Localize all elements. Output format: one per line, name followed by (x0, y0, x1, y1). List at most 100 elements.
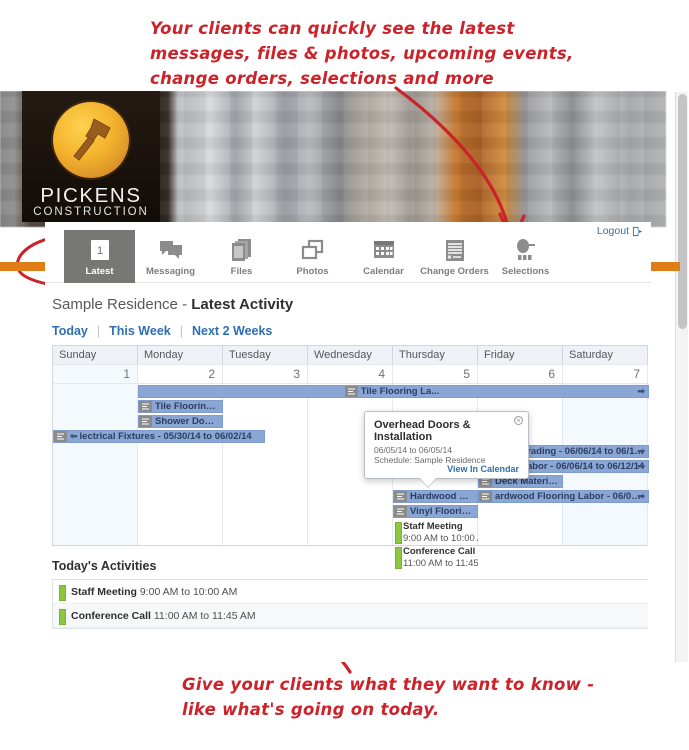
calendar-date-4: 4 (308, 364, 393, 383)
calendar-event[interactable]: Hardwood Floorin... (393, 490, 478, 503)
tab-this-week[interactable]: This Week (100, 324, 180, 338)
nav-item-messaging[interactable]: Messaging (135, 230, 206, 283)
nav-item-calendar[interactable]: Calendar (348, 230, 419, 283)
continues-right-icon: ➡ (637, 386, 645, 396)
calendar-date-6: 6 (478, 364, 563, 383)
brand-logo-plate[interactable]: PICKENS CONSTRUCTION (22, 91, 160, 222)
accent-stripe-right (651, 262, 680, 271)
annotation-top-line-1: Your clients can quickly see the latest (150, 19, 515, 38)
logout-button[interactable]: Logout (597, 225, 643, 237)
calendar-cell-tuesday[interactable] (223, 383, 308, 545)
nav-item-photos[interactable]: Photos (277, 230, 348, 283)
activity-time: 9:00 AM to 10:00 AM (139, 586, 238, 598)
brand-name: PICKENS (40, 184, 142, 207)
title-separator: - (177, 296, 192, 313)
close-icon[interactable]: × (514, 416, 523, 425)
calendar-header-row: Sunday Monday Tuesday Wednesday Thursday… (53, 346, 648, 364)
nav-items: 1 Latest Messaging Files Photos Calendar… (64, 230, 561, 283)
logout-label: Logout (596, 225, 629, 237)
calendar-header-tuesday: Tuesday (223, 346, 308, 364)
activity-name: Conference Call (71, 610, 151, 622)
annotation-top: Your clients can quickly see the latest … (150, 16, 580, 91)
schedule-icon (344, 386, 358, 397)
activity-calendar: Sunday Monday Tuesday Wednesday Thursday… (52, 345, 649, 569)
hammer-badge (53, 102, 129, 178)
schedule-icon (394, 491, 407, 502)
calendar-event-title: Hardwood Floorin... (410, 491, 477, 502)
logout-icon (632, 226, 643, 236)
nav-label: Photos (296, 266, 329, 277)
calendar-event[interactable]: Vinyl Flooring Lab... (393, 505, 478, 518)
tooltip-pointer (420, 478, 436, 487)
calendar-event-title: lectrical Fixtures - 05/30/14 to 06/02/1… (79, 431, 252, 442)
nav-label: Files (230, 266, 253, 277)
nav-label: Change Orders (420, 266, 489, 277)
tooltip-dates: 06/05/14 to 06/05/14 (374, 445, 452, 455)
timed-item-time: 9:00 AM to 10:00 AM (403, 532, 478, 544)
calendar-timed-item[interactable]: Conference Call 11:00 AM to 11:45 ... (394, 546, 478, 569)
schedule-icon (54, 431, 67, 442)
continues-right-icon: ➡ (637, 446, 645, 456)
app-window: PICKENS CONSTRUCTION Logout 1 Latest Mes… (0, 91, 680, 662)
nav-label: Selections (501, 266, 550, 277)
calendar-header-sunday: Sunday (53, 346, 138, 364)
calendar-timed-item[interactable]: Staff Meeting 9:00 AM to 10:00 AM (394, 521, 478, 544)
calendar-event-title: Tile Flooring La... (360, 386, 440, 397)
selections-icon (490, 236, 561, 264)
nav-item-selections[interactable]: Selections (490, 230, 561, 283)
brand-sub: CONSTRUCTION (33, 206, 149, 218)
nav-item-latest[interactable]: 1 Latest (64, 230, 135, 283)
tab-today[interactable]: Today (52, 324, 97, 338)
screenshot-root: PICKENS CONSTRUCTION Logout 1 Latest Mes… (0, 0, 689, 750)
schedule-icon (139, 416, 152, 427)
calendar-event[interactable]: Tile Flooring Mater... (138, 400, 223, 413)
view-in-calendar-link[interactable]: View In Calendar (447, 464, 519, 474)
calendar-header-thursday: Thursday (393, 346, 478, 364)
timed-item-name: Conference Call (403, 546, 476, 557)
project-name: Sample Residence (52, 296, 178, 313)
calendar-event[interactable]: Tile Flooring La... ➡ (138, 385, 649, 398)
todays-activities-heading: Today's Activities (52, 559, 157, 573)
main-nav: Logout 1 Latest Messaging Files Photos C… (45, 222, 651, 283)
calendar-header-saturday: Saturday (563, 346, 648, 364)
annotation-top-line-2: messages, files & photos, upcoming event… (150, 44, 574, 63)
calendar-grid-icon (348, 236, 419, 264)
page-title: Sample Residence - Latest Activity (52, 296, 651, 313)
calendar-header-wednesday: Wednesday (308, 346, 393, 364)
annotation-bottom-line-2: like what's going on today. (182, 700, 440, 719)
calendar-cell-sunday[interactable] (53, 383, 138, 545)
hammer-icon (73, 118, 111, 161)
nav-label: Calendar (363, 266, 404, 277)
calendar-header-monday: Monday (138, 346, 223, 364)
list-item[interactable]: Staff Meeting 9:00 AM to 10:00 AM (53, 580, 648, 604)
calendar-event[interactable]: Shower Doors - 06... (138, 415, 223, 428)
calendar-date-2: 2 (138, 364, 223, 383)
timed-item-name: Staff Meeting (403, 521, 463, 532)
annotation-bottom: Give your clients what they want to know… (182, 672, 612, 722)
calendar-body: Tile Flooring La... ➡ Tile Flooring Mate… (53, 383, 649, 569)
scrollbar-thumb[interactable] (678, 94, 687, 329)
event-tooltip[interactable]: × Overhead Doors & Installation 06/05/14… (364, 411, 529, 487)
continues-right-icon: ➡ (637, 461, 645, 471)
annotation-top-line-3: change orders, selections and more (150, 69, 494, 88)
tooltip-title: Overhead Doors & Installation (374, 419, 471, 443)
calendar-header-friday: Friday (478, 346, 563, 364)
accent-stripe-left (0, 262, 45, 271)
tab-next-2-weeks[interactable]: Next 2 Weeks (183, 324, 281, 338)
activity-name: Staff Meeting (71, 586, 137, 598)
vertical-scrollbar[interactable] (675, 92, 688, 662)
schedule-icon (479, 491, 492, 502)
todays-activities-list: Staff Meeting 9:00 AM to 10:00 AM Confer… (52, 579, 648, 629)
svg-text:1: 1 (96, 245, 102, 257)
nav-item-files[interactable]: Files (206, 230, 277, 283)
calendar-event[interactable]: ardwood Flooring Labor - 06/06/14 to 06/… (478, 490, 649, 503)
calendar-date-5: 5 (393, 364, 478, 383)
photos-stack-icon (277, 236, 348, 264)
continues-right-icon: ➡ (637, 491, 645, 501)
list-item[interactable]: Conference Call 11:00 AM to 11:45 AM (53, 604, 648, 628)
nav-label: Latest (85, 266, 114, 277)
content-card: Logout 1 Latest Messaging Files Photos C… (45, 222, 651, 662)
calendar-date-row: 1 2 3 4 5 6 7 (53, 364, 648, 383)
calendar-event[interactable]: ⬅ lectrical Fixtures - 05/30/14 to 06/02… (53, 430, 265, 443)
nav-item-change-orders[interactable]: Change Orders (419, 230, 490, 283)
